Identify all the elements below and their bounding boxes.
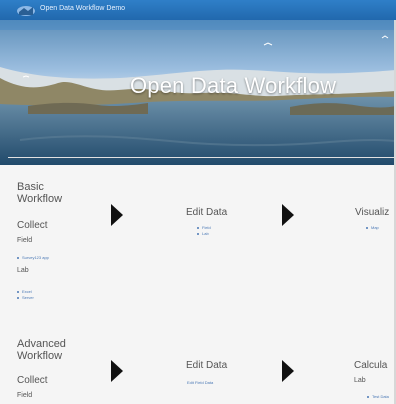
advanced-collect-title: Collect [17, 375, 48, 386]
link-bullet [17, 296, 19, 299]
advanced-edit-data-title: Edit Data [186, 360, 228, 371]
hero-banner: Open Data Workflow [0, 20, 396, 165]
advanced-calc-link[interactable]: Test Data [367, 394, 389, 399]
basic-field-label: Field [17, 237, 33, 244]
basic-lab-link-1[interactable]: Excel [17, 289, 32, 294]
basic-flow-arrow-2 [282, 204, 294, 226]
basic-workflow-title-line2: Workflow [17, 193, 63, 205]
link-bullet [367, 395, 369, 398]
basic-visualize-link-map[interactable]: Map [366, 225, 379, 230]
advanced-lab-label: Lab [354, 377, 366, 384]
basic-field-link[interactable]: Survey123 app [17, 255, 49, 260]
link-bullet [197, 226, 199, 229]
advanced-calculate-title: Calcula [354, 360, 388, 371]
advanced-field-label: Field [17, 392, 33, 399]
hero-title: Open Data Workflow [130, 73, 337, 98]
app-window: Open Data Workflow Demo Open Data Workfl… [0, 0, 396, 404]
basic-lab-link-2[interactable]: Server [17, 295, 34, 300]
advanced-workflow-title-line2: Workflow [17, 350, 63, 362]
link-bullet [366, 226, 368, 229]
app-title: Open Data Workflow Demo [40, 5, 126, 12]
basic-visualize-title: Visualiz [355, 207, 390, 218]
app-logo-icon[interactable] [16, 4, 36, 16]
basic-edit-link-field[interactable]: Field [197, 225, 211, 230]
advanced-flow-arrow-1 [111, 360, 123, 382]
section-divider [8, 157, 396, 158]
basic-lab-label: Lab [17, 267, 29, 274]
top-app-bar: Open Data Workflow Demo [0, 0, 396, 21]
basic-collect-title: Collect [17, 220, 48, 231]
basic-edit-data-title: Edit Data [186, 207, 228, 218]
link-bullet [197, 232, 199, 235]
advanced-edit-link[interactable]: Edit Field Data [187, 380, 213, 385]
link-bullet [17, 290, 19, 293]
basic-flow-arrow-1 [111, 204, 123, 226]
basic-edit-link-lab[interactable]: Lab [197, 231, 209, 236]
advanced-flow-arrow-2 [282, 360, 294, 382]
link-bullet [17, 256, 19, 259]
